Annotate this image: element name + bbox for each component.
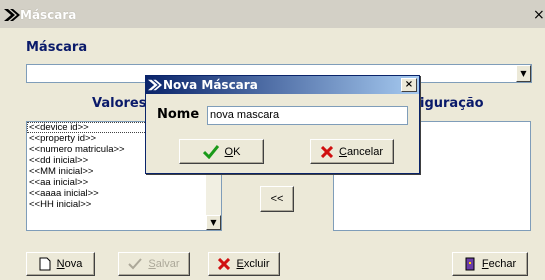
window-titlebar: Máscara ×	[0, 0, 545, 28]
ok-button[interactable]: OK	[179, 139, 264, 164]
nome-label: Nome	[157, 107, 200, 122]
configuracao-label: iguração	[420, 96, 484, 111]
arrow-logo-icon	[148, 79, 162, 91]
cancelar-label: Cancelar	[338, 145, 384, 158]
arrow-logo-icon	[4, 9, 20, 21]
door-exit-icon	[465, 257, 475, 271]
window-close-button[interactable]: ×	[533, 7, 545, 23]
document-icon	[39, 257, 51, 271]
dialog-titlebar: Nova Máscara ×	[146, 76, 419, 94]
excluir-button[interactable]: Excluir	[208, 252, 280, 276]
salvar-button[interactable]: Salvar	[118, 252, 190, 276]
nova-label: Nova	[56, 258, 83, 270]
scroll-down-icon[interactable]: ▼	[206, 215, 221, 230]
salvar-label: Salvar	[148, 258, 180, 270]
nova-button[interactable]: Nova	[26, 252, 95, 276]
list-item[interactable]: <<aa inicial>>	[27, 177, 221, 188]
list-item[interactable]: <<aaaa inicial>>	[27, 188, 221, 199]
chevron-down-icon[interactable]: ▼	[516, 65, 531, 82]
move-left-label: <<	[270, 193, 284, 205]
list-item[interactable]: <<HH inicial>>	[27, 199, 221, 210]
nome-input[interactable]: nova mascara	[207, 106, 408, 125]
window-title: Máscara	[20, 8, 77, 22]
dialog-title: Nova Máscara	[163, 78, 258, 92]
checkmark-icon	[202, 144, 219, 159]
excluir-label: Excluir	[236, 258, 270, 270]
dialog-close-button[interactable]: ×	[401, 78, 417, 92]
mascara-label: Máscara	[26, 40, 88, 55]
valores-label: Valores	[92, 96, 147, 111]
x-icon	[218, 258, 231, 270]
x-icon	[320, 145, 333, 158]
fechar-button[interactable]: Fechar	[452, 252, 528, 276]
fechar-label: Fechar	[481, 258, 517, 270]
cancelar-button[interactable]: Cancelar	[310, 139, 394, 164]
ok-label: OK	[224, 145, 241, 158]
nova-mascara-dialog: Nova Máscara × Nome nova mascara OK Canc…	[145, 75, 420, 174]
checkmark-icon	[128, 258, 143, 270]
move-left-button[interactable]: <<	[260, 186, 294, 212]
